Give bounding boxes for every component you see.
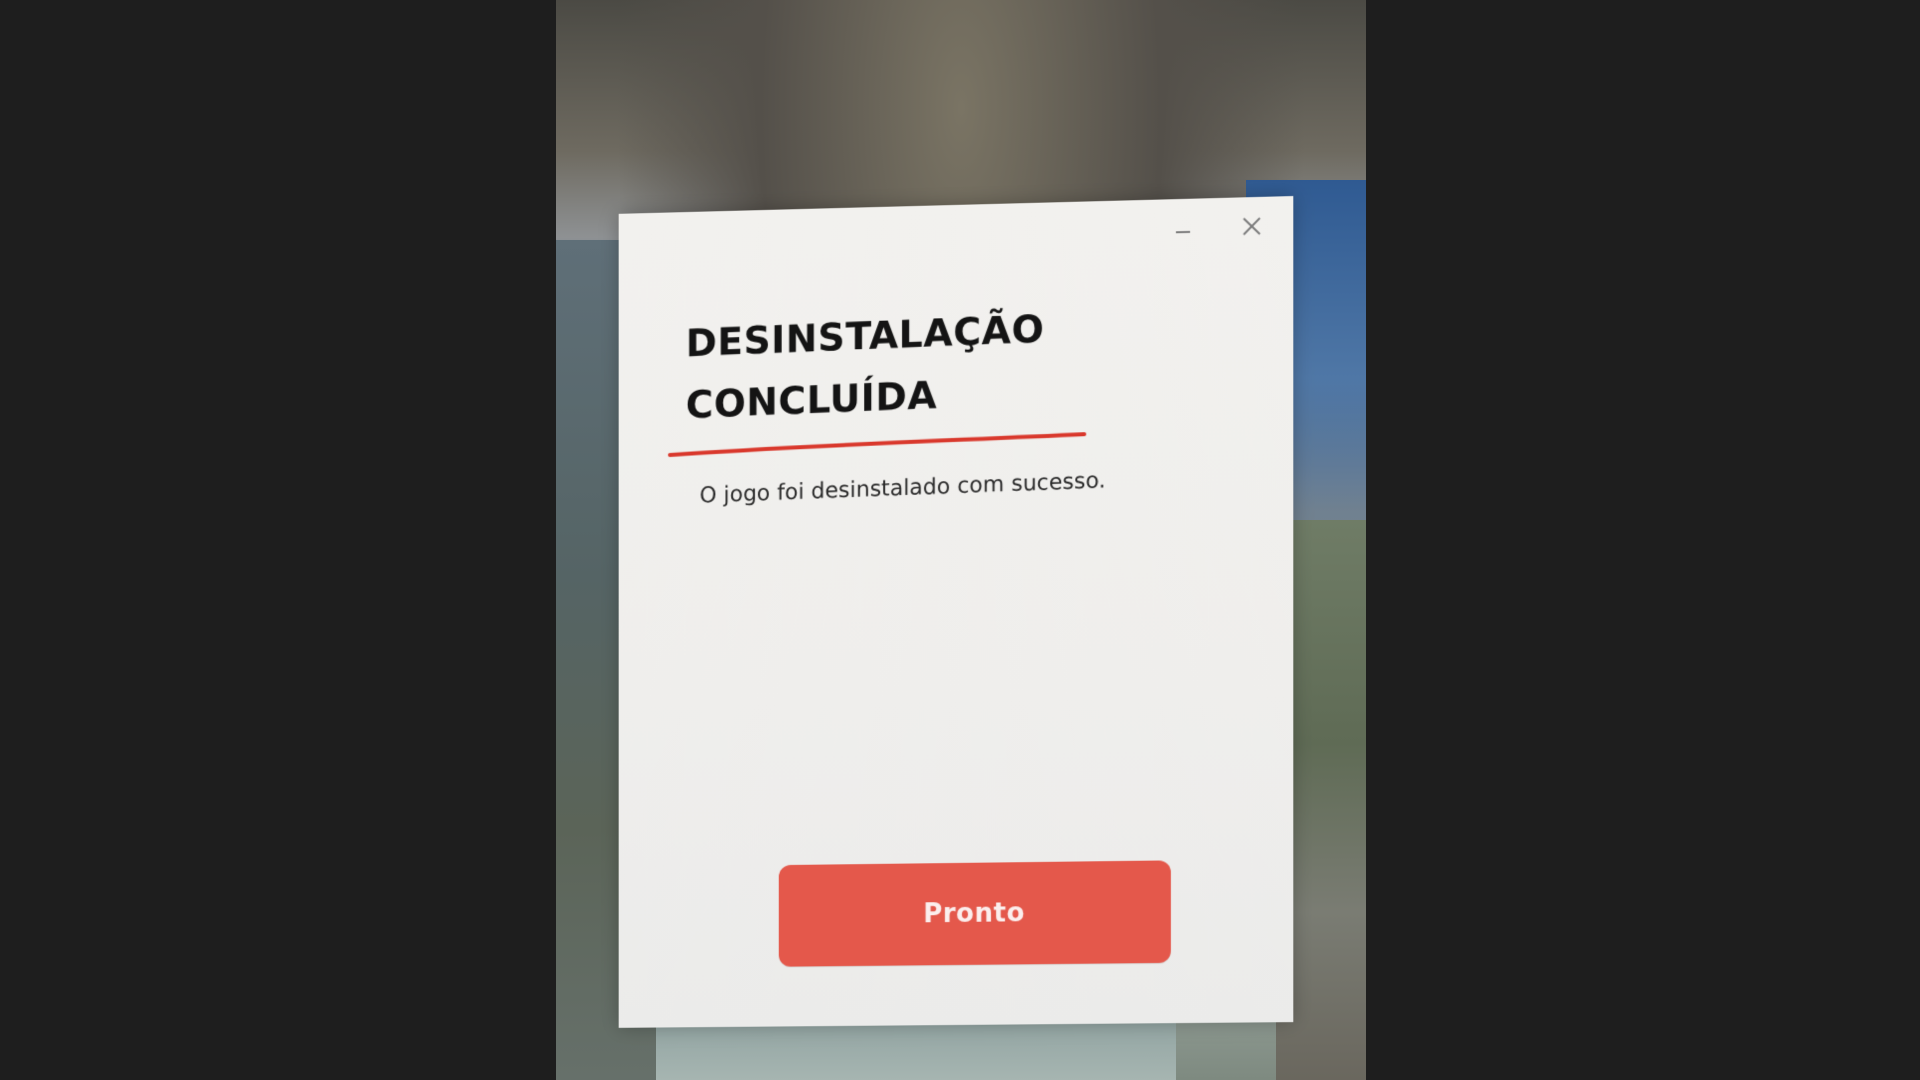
done-button[interactable]: Pronto — [779, 860, 1171, 966]
uninstall-complete-dialog: DESINSTALAÇÃO CONCLUÍDA O jogo foi desin… — [619, 196, 1294, 1028]
window-controls — [1170, 213, 1265, 242]
minimize-icon[interactable] — [1170, 215, 1196, 242]
title-underline — [668, 432, 1086, 459]
dialog-title-line2: CONCLUÍDA — [686, 360, 1045, 436]
close-icon[interactable] — [1239, 213, 1265, 240]
dialog-title: DESINSTALAÇÃO CONCLUÍDA — [686, 298, 1045, 436]
success-message: O jogo foi desinstalado com sucesso. — [700, 468, 1106, 508]
